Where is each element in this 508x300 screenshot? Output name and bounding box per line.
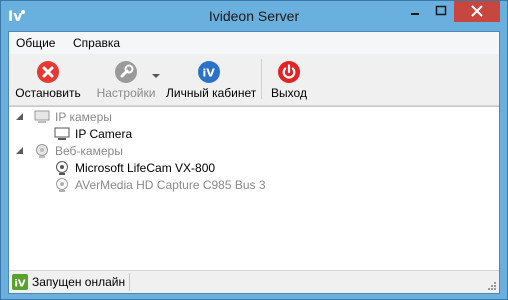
personal-cabinet-button[interactable]: iV Личный кабинет bbox=[166, 56, 257, 102]
stop-x-icon bbox=[37, 61, 59, 83]
tree-item-avermedia[interactable]: AVerMedia HD Capture C985 Bus 3 bbox=[9, 177, 329, 194]
toolbar: Остановить Настройки iV Личный кабинет В… bbox=[9, 54, 499, 106]
maximize-icon bbox=[435, 5, 447, 16]
client-area: Общие Справка Остановить Настройки iV Ли… bbox=[8, 31, 500, 294]
tree-group-label: Веб-камеры bbox=[55, 144, 123, 158]
wrench-icon bbox=[115, 61, 137, 83]
resize-grip-icon[interactable] bbox=[487, 281, 497, 291]
webcam-icon bbox=[56, 161, 68, 175]
stop-button[interactable]: Остановить bbox=[9, 56, 87, 102]
menu-general[interactable]: Общие bbox=[16, 36, 55, 50]
online-status-icon: iV bbox=[12, 274, 28, 290]
exit-button[interactable]: Выход bbox=[267, 56, 311, 102]
maximize-button[interactable] bbox=[428, 1, 454, 22]
tree-item-label: AVerMedia HD Capture C985 Bus 3 bbox=[75, 178, 266, 192]
close-icon bbox=[471, 5, 483, 17]
expand-arrow-icon[interactable] bbox=[15, 112, 24, 121]
svg-text:iV: iV bbox=[203, 67, 216, 80]
ip-camera-icon bbox=[54, 127, 70, 140]
close-button[interactable] bbox=[454, 1, 500, 22]
tree-group-web-cameras[interactable]: Веб-камеры bbox=[9, 143, 309, 160]
status-text: Запущен онлайн bbox=[32, 275, 126, 289]
settings-label: Настройки bbox=[96, 86, 156, 100]
status-bar: iV Запущен онлайн bbox=[9, 270, 499, 293]
status-divider bbox=[129, 273, 130, 291]
webcam-icon bbox=[56, 178, 68, 192]
exit-label: Выход bbox=[271, 86, 307, 100]
tree-item-label: IP Camera bbox=[75, 127, 133, 141]
expand-arrow-icon[interactable] bbox=[15, 146, 24, 155]
minimize-button[interactable] bbox=[402, 1, 428, 22]
title-bar[interactable]: Iv Ivideon Server bbox=[1, 1, 507, 31]
tree-group-ip-cameras[interactable]: IP камеры bbox=[9, 109, 309, 126]
tree-item-label: Microsoft LifeCam VX-800 bbox=[75, 161, 216, 175]
tree-group-label: IP камеры bbox=[55, 110, 112, 124]
iv-profile-icon: iV bbox=[198, 61, 220, 83]
stop-label: Остановить bbox=[15, 86, 81, 100]
power-icon bbox=[278, 61, 300, 83]
ip-camera-group-icon bbox=[34, 110, 50, 123]
menu-bar: Общие Справка bbox=[9, 32, 499, 54]
camera-tree: IP камеры IP Camera Веб-камеры Microsoft… bbox=[9, 106, 499, 270]
chevron-down-icon[interactable] bbox=[152, 74, 160, 79]
app-window: Iv Ivideon Server Общие Справка Останови… bbox=[0, 0, 508, 300]
webcam-group-icon bbox=[36, 144, 48, 158]
tree-item-ip-camera[interactable]: IP Camera bbox=[9, 126, 309, 143]
tree-item-lifecam[interactable]: Microsoft LifeCam VX-800 bbox=[9, 160, 309, 177]
svg-text:iV: iV bbox=[15, 279, 26, 290]
minimize-icon bbox=[411, 13, 419, 15]
settings-button[interactable]: Настройки bbox=[93, 56, 159, 102]
cabinet-label: Личный кабинет bbox=[166, 86, 257, 100]
menu-help[interactable]: Справка bbox=[73, 36, 120, 50]
toolbar-separator bbox=[261, 59, 262, 99]
